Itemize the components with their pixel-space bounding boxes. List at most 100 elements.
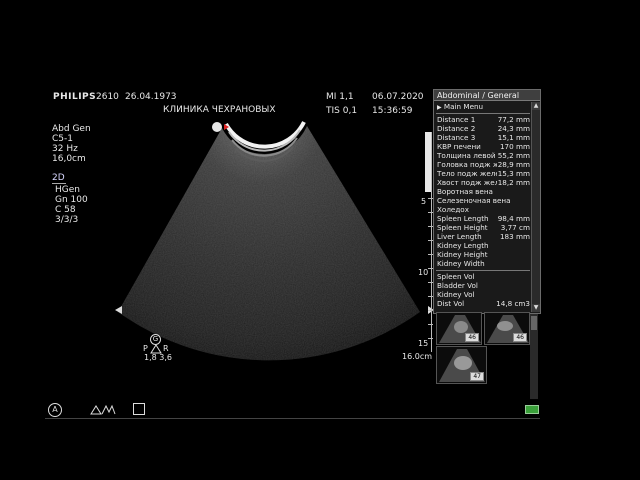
thumbnail-2[interactable]: 46 <box>484 312 530 345</box>
panel-scrollbar[interactable]: ▲ ▼ <box>531 102 540 312</box>
play-arrow-icon: ▶ <box>437 104 442 111</box>
frame-rate: 32 Hz <box>52 144 78 154</box>
thumbnail-1[interactable]: 46 <box>436 312 482 345</box>
mode-underline <box>52 183 66 184</box>
annotation-icon[interactable]: A <box>48 403 62 417</box>
measurement-row[interactable]: Головка подж же 28,9 mm <box>437 160 530 169</box>
measurement-value: 24,3 mm <box>496 124 530 133</box>
measurement-label: Kidney Height <box>437 250 488 259</box>
orient-values: 1,8 3,6 <box>144 353 172 362</box>
volume-value: 14,8 cm3 <box>495 299 530 308</box>
panel-separator <box>436 270 530 271</box>
measurement-row[interactable]: Distance 3 15,1 mm <box>437 133 530 142</box>
persistence-value: 3/3/3 <box>55 215 79 225</box>
tis-index: TIS 0,1 <box>326 106 358 116</box>
scroll-up-icon[interactable]: ▲ <box>532 102 540 110</box>
measurement-label: КВР печени <box>437 142 481 151</box>
patient-id: 2610 <box>96 92 119 102</box>
measurement-row[interactable]: Толщина левой д 55,2 mm <box>437 151 530 160</box>
measurement-label: Холедох <box>437 205 469 214</box>
panel-title[interactable]: Abdominal / General <box>434 90 540 101</box>
clinic-name: КЛИНИКА ЧЕХРАНОВЫХ <box>163 105 276 115</box>
volume-label: Bladder Vol <box>437 281 478 290</box>
thumbnail-tag: 47 <box>470 372 484 381</box>
measurement-label: Воротная вена <box>437 187 493 196</box>
body-marker-icon[interactable] <box>90 403 116 415</box>
volume-row[interactable]: Kidney Vol <box>437 290 530 299</box>
measurement-row[interactable]: Холедох <box>437 205 530 214</box>
thumbnail-3[interactable]: 47 <box>436 346 487 384</box>
gain-value: Gn 100 <box>55 195 88 205</box>
measurement-row[interactable]: Селезеночная вена <box>437 196 530 205</box>
volume-label: Dist Vol <box>437 299 465 308</box>
scroll-down-icon[interactable]: ▼ <box>532 304 540 312</box>
depth-scale-highlight <box>425 132 431 192</box>
measurement-label: Толщина левой д <box>437 151 503 160</box>
harmonic-mode: HGen <box>55 185 80 195</box>
measurement-label: Тело подж желе <box>437 169 500 178</box>
measurement-row[interactable]: КВР печени 170 mm <box>437 142 530 151</box>
brand-logo: PHILIPS <box>53 92 97 102</box>
volume-row[interactable]: Bladder Vol <box>437 281 530 290</box>
measurement-value: 98,4 mm <box>496 214 530 223</box>
main-menu-item[interactable]: ▶ Main Menu <box>437 102 530 111</box>
mode-title: 2D <box>52 173 65 183</box>
exam-time: 15:36:59 <box>372 106 413 116</box>
measurement-value: 170 mm <box>498 142 530 151</box>
measurement-row[interactable]: Воротная вена <box>437 187 530 196</box>
thumbnail-scrollbar[interactable] <box>530 314 538 399</box>
measurement-label: Селезеночная вена <box>437 196 511 205</box>
orient-r-label: R <box>163 344 169 353</box>
depth-value: 16,0cm <box>52 154 86 164</box>
measurement-row[interactable]: Хвост подж желе 18,2 mm <box>437 178 530 187</box>
measurement-row[interactable]: Distance 2 24,3 mm <box>437 124 530 133</box>
measurement-value: 15,3 mm <box>496 169 530 178</box>
measurement-value: 77,2 mm <box>496 115 530 124</box>
focus-left-marker <box>115 306 122 314</box>
bottom-divider <box>45 418 540 419</box>
measurement-row[interactable]: Kidney Height <box>437 250 530 259</box>
measurement-row[interactable]: Kidney Length <box>437 241 530 250</box>
exam-date: 06.07.2020 <box>372 92 424 102</box>
preset-label: Abd Gen <box>52 124 91 134</box>
depth-tick-15: 15 <box>418 339 429 348</box>
depth-scale-label: 16.0cm <box>402 352 433 361</box>
volume-row[interactable]: Spleen Vol <box>437 272 530 281</box>
measurement-row[interactable]: Distance 1 77,2 mm <box>437 115 530 124</box>
measurement-row[interactable]: Kidney Width <box>437 259 530 268</box>
freeze-frame-icon[interactable] <box>133 403 145 415</box>
thumbnail-tag: 46 <box>465 333 479 342</box>
measurement-label: Kidney Width <box>437 259 485 268</box>
measurement-value: 3,77 cm <box>499 223 530 232</box>
measurement-label: Kidney Length <box>437 241 489 250</box>
panel-separator <box>436 113 530 114</box>
measurement-row[interactable]: Spleen Length 98,4 mm <box>437 214 530 223</box>
compression-value: C 58 <box>55 205 76 215</box>
measurement-value: 15,1 mm <box>496 133 530 142</box>
probe-label: C5-1 <box>52 134 73 144</box>
orient-p-label: P <box>143 344 148 353</box>
measurement-value: 18,2 mm <box>496 178 530 187</box>
mi-index: MI 1,1 <box>326 92 354 102</box>
measurement-row[interactable]: Spleen Height 3,77 cm <box>437 223 530 232</box>
measurement-value: 28,9 mm <box>496 160 530 169</box>
measurement-panel[interactable]: Abdominal / General ▶ Main Menu Distance… <box>433 89 541 314</box>
measurement-label: Distance 3 <box>437 133 476 142</box>
volume-label: Spleen Vol <box>437 272 475 281</box>
volume-row[interactable]: Dist Vol 14,8 cm3 <box>437 299 530 308</box>
thumbnail-tag: 46 <box>513 333 527 342</box>
depth-tick-5: 5 <box>421 197 427 206</box>
measurement-label: Головка подж же <box>437 160 504 169</box>
measurement-label: Liver Length <box>437 232 482 241</box>
measurement-label: Distance 1 <box>437 115 476 124</box>
probe-orientation-marker <box>212 122 222 132</box>
birth-date: 26.04.1973 <box>125 92 177 102</box>
measurement-label: Spleen Height <box>437 223 488 232</box>
measurement-label: Хвост подж желе <box>437 178 504 187</box>
measurement-value: 183 mm <box>498 232 530 241</box>
measurement-value: 55,2 mm <box>496 151 530 160</box>
measurement-label: Spleen Length <box>437 214 489 223</box>
measurement-row[interactable]: Тело подж желе 15,3 mm <box>437 169 530 178</box>
depth-tick-10: 10 <box>418 268 429 277</box>
measurement-row[interactable]: Liver Length 183 mm <box>437 232 530 241</box>
